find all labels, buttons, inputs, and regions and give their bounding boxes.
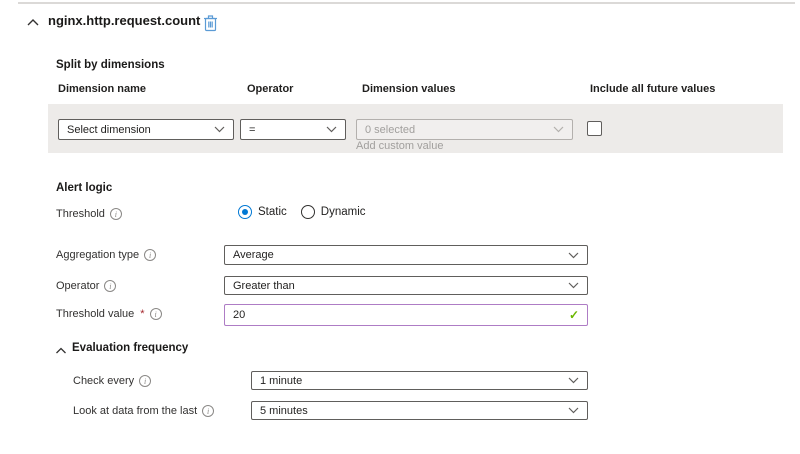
operator-dropdown-value: Greater than <box>233 280 295 292</box>
radio-static[interactable]: Static <box>238 205 287 219</box>
chevron-down-icon <box>553 126 564 133</box>
metric-title: nginx.http.request.count <box>48 13 200 28</box>
chevron-down-icon <box>214 126 225 133</box>
chevron-down-icon <box>568 252 579 259</box>
operator-label: Operator <box>56 280 99 292</box>
alert-logic-title: Alert logic <box>56 182 112 194</box>
dimension-values-dropdown: 0 selected <box>356 119 573 140</box>
operator-label-row: Operator i <box>56 280 116 292</box>
threshold-radio-group: Static Dynamic <box>238 205 366 219</box>
info-icon[interactable]: i <box>150 308 162 320</box>
chevron-down-icon <box>568 377 579 384</box>
aggregation-type-label: Aggregation type <box>56 249 139 261</box>
radio-dynamic[interactable]: Dynamic <box>301 205 366 219</box>
valid-check-icon: ✓ <box>569 308 587 322</box>
info-icon[interactable]: i <box>144 249 156 261</box>
threshold-value-label: Threshold value <box>56 308 134 320</box>
threshold-label-row: Threshold i <box>56 208 122 220</box>
info-icon[interactable]: i <box>110 208 122 220</box>
threshold-value-field: ✓ <box>224 304 588 326</box>
info-icon[interactable]: i <box>104 280 116 292</box>
info-icon[interactable]: i <box>202 405 214 417</box>
dimension-operator-dropdown[interactable]: = <box>240 119 346 140</box>
operator-dropdown[interactable]: Greater than <box>224 276 588 295</box>
radio-static-label: Static <box>258 206 287 218</box>
collapse-evaluation-chevron-up-icon[interactable] <box>55 346 67 355</box>
chevron-down-icon <box>326 126 337 133</box>
dimension-operator-dropdown-value: = <box>249 124 255 136</box>
alert-condition-panel: nginx.http.request.count Split by dimens… <box>0 0 800 454</box>
dimension-values-dropdown-value: 0 selected <box>365 124 415 136</box>
radio-dynamic-label: Dynamic <box>321 206 366 218</box>
lookback-dropdown[interactable]: 5 minutes <box>251 401 588 420</box>
dimension-name-dropdown-value: Select dimension <box>67 124 151 136</box>
lookback-label-row: Look at data from the last i <box>73 405 214 417</box>
threshold-value-label-row: Threshold value * i <box>56 308 162 320</box>
dimension-name-dropdown[interactable]: Select dimension <box>58 119 234 140</box>
check-every-label: Check every <box>73 375 134 387</box>
split-by-dimensions-title: Split by dimensions <box>56 59 165 71</box>
column-header-include-future-values: Include all future values <box>590 83 715 95</box>
radio-selected-icon <box>238 205 252 219</box>
lookback-dropdown-value: 5 minutes <box>260 405 308 417</box>
check-every-dropdown-value: 1 minute <box>260 375 302 387</box>
aggregation-type-dropdown[interactable]: Average <box>224 245 588 265</box>
chevron-down-icon <box>568 407 579 414</box>
info-icon[interactable]: i <box>139 375 151 387</box>
column-header-dimension-values: Dimension values <box>362 83 456 95</box>
chevron-down-icon <box>568 282 579 289</box>
evaluation-frequency-title: Evaluation frequency <box>72 342 188 354</box>
column-header-dimension-name: Dimension name <box>58 83 146 95</box>
aggregation-type-label-row: Aggregation type i <box>56 249 156 261</box>
add-custom-value-link[interactable]: Add custom value <box>356 140 443 152</box>
aggregation-type-dropdown-value: Average <box>233 249 274 261</box>
top-divider <box>18 2 795 4</box>
threshold-label: Threshold <box>56 208 105 220</box>
threshold-value-input[interactable] <box>225 309 569 321</box>
include-future-values-checkbox[interactable] <box>587 121 602 136</box>
delete-metric-trash-icon[interactable] <box>203 14 218 32</box>
check-every-dropdown[interactable]: 1 minute <box>251 371 588 390</box>
lookback-label: Look at data from the last <box>73 405 197 417</box>
check-every-label-row: Check every i <box>73 375 151 387</box>
collapse-metric-chevron-up-icon[interactable] <box>26 17 40 27</box>
column-header-operator: Operator <box>247 83 293 95</box>
required-asterisk: * <box>140 308 144 320</box>
radio-unselected-icon <box>301 205 315 219</box>
